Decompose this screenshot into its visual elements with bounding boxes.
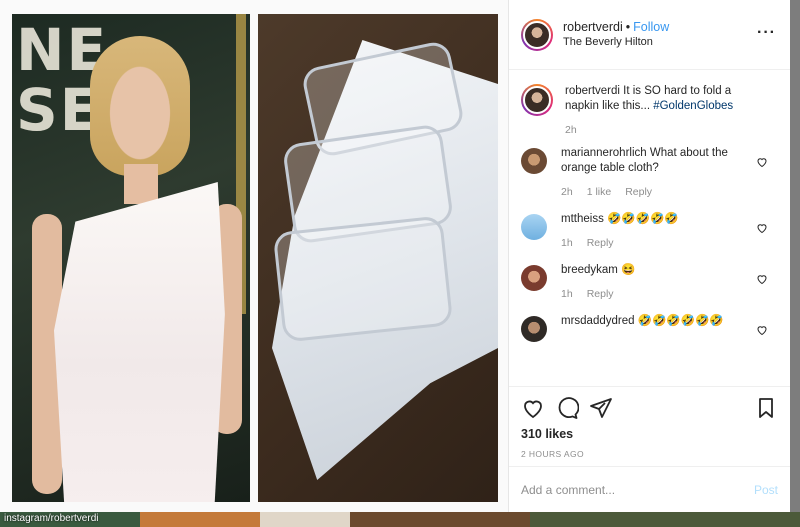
bookmark-icon[interactable]	[754, 396, 778, 420]
reply-button[interactable]: Reply	[587, 288, 614, 300]
comment-avatar[interactable]	[521, 148, 547, 174]
like-heart-icon[interactable]	[521, 396, 545, 420]
comments-list[interactable]: robertverdi It is SO hard to fold a napk…	[509, 70, 790, 386]
post-header: robertverdi • Follow The Beverly Hilton ··…	[509, 0, 790, 70]
author-avatar[interactable]	[521, 18, 553, 51]
add-comment-input[interactable]	[521, 482, 754, 497]
comment-username[interactable]: breedykam	[561, 264, 618, 276]
photo-reese-witherspoon: NE SES	[12, 14, 250, 502]
comment-like-heart-icon[interactable]	[756, 273, 768, 285]
comment-text: 😆	[621, 264, 636, 276]
author-username[interactable]: robertverdi	[563, 20, 623, 34]
comment-text: 🤣🤣🤣🤣🤣🤣	[637, 315, 724, 327]
comment-like-heart-icon[interactable]	[756, 324, 768, 336]
comment-item: breedykam 😆 1h Reply	[521, 263, 778, 300]
caption: robertverdi It is SO hard to fold a napk…	[521, 82, 778, 136]
comment-username[interactable]: mariannerohrlich	[561, 147, 647, 159]
post-side-panel: robertverdi • Follow The Beverly Hilton ··…	[508, 0, 790, 512]
photo-folded-napkin	[258, 14, 498, 502]
bottom-photo-strip: instagram/robertverdi	[0, 512, 800, 527]
napkin-fold-3	[272, 215, 454, 343]
comment-item: mariannerohrlich What about the orange t…	[521, 146, 778, 198]
reply-button[interactable]: Reply	[587, 237, 614, 249]
comment-avatar[interactable]	[521, 214, 547, 240]
post-location[interactable]: The Beverly Hilton	[563, 35, 669, 50]
more-options-icon[interactable]: ···	[757, 25, 776, 41]
comment-time: 2h	[561, 186, 573, 198]
comment-like-heart-icon[interactable]	[756, 222, 768, 234]
post-actions: 310 likes 2 HOURS AGO Post	[509, 386, 790, 512]
person-neck	[124, 164, 158, 204]
comment-item: mttheiss 🤣🤣🤣🤣🤣 1h Reply	[521, 212, 778, 249]
white-dress	[54, 182, 225, 502]
share-send-icon[interactable]	[589, 396, 613, 420]
post-time-ago: 2 HOURS AGO	[521, 449, 584, 459]
comment-avatar[interactable]	[521, 316, 547, 342]
comment-item: mrsdaddydred 🤣🤣🤣🤣🤣🤣	[521, 314, 778, 342]
follow-button[interactable]: Follow	[633, 20, 669, 34]
author-info: robertverdi • Follow The Beverly Hilton	[563, 20, 670, 50]
comment-avatar[interactable]	[521, 265, 547, 291]
caption-avatar[interactable]	[521, 84, 553, 116]
reply-button[interactable]: Reply	[625, 186, 652, 198]
photo-credit: instagram/robertverdi	[4, 513, 99, 524]
comment-time: 1h	[561, 288, 573, 300]
comment-text: 🤣🤣🤣🤣🤣	[607, 213, 679, 225]
caption-hashtag[interactable]: #GoldenGlobes	[653, 100, 733, 112]
post-comment-button[interactable]: Post	[754, 483, 778, 497]
add-comment-bar: Post	[509, 466, 790, 512]
comment-username[interactable]: mttheiss	[561, 213, 604, 225]
caption-time: 2h	[565, 124, 577, 136]
comment-like-heart-icon[interactable]	[756, 156, 768, 168]
comment-likes[interactable]: 1 like	[587, 186, 612, 198]
person-head	[90, 36, 190, 176]
caption-username[interactable]: robertverdi	[565, 85, 620, 97]
post-media: NE SES	[0, 0, 508, 512]
likes-count[interactable]: 310 likes	[521, 427, 778, 441]
comment-time: 1h	[561, 237, 573, 249]
comment-username[interactable]: mrsdaddydred	[561, 315, 635, 327]
comment-bubble-icon[interactable]	[555, 396, 579, 420]
